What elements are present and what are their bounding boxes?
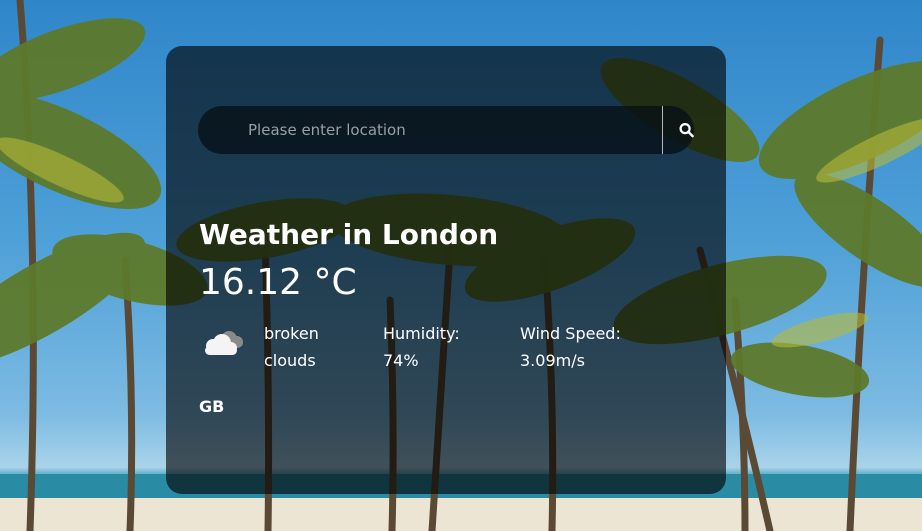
country-code: GB <box>199 397 225 416</box>
weather-description: broken clouds <box>264 324 319 370</box>
wind-speed-value: 3.09m/s <box>520 351 585 370</box>
search-input[interactable] <box>198 106 628 154</box>
humidity-label: Humidity: <box>383 324 460 343</box>
weather-title: Weather in London <box>199 218 499 251</box>
humidity-value: 74% <box>383 351 419 370</box>
wind-speed-label: Wind Speed: <box>520 324 621 343</box>
temperature: 16.12 °C <box>199 262 357 303</box>
search-button[interactable] <box>663 106 694 154</box>
weather-card: Weather in London 16.12 °C broken clouds… <box>166 46 726 494</box>
wind-speed: Wind Speed: 3.09m/s <box>520 320 621 374</box>
search-bar <box>198 106 694 154</box>
search-icon <box>679 122 694 138</box>
humidity: Humidity: 74% <box>383 320 460 374</box>
broken-clouds-icon <box>205 331 243 355</box>
